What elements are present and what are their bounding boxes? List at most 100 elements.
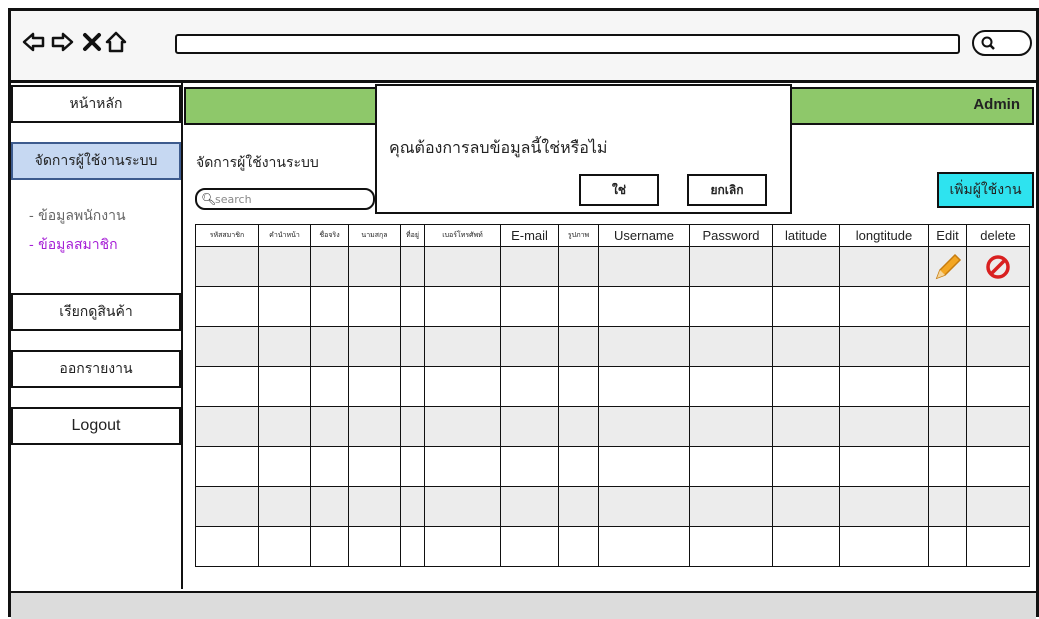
admin-label: Admin	[973, 96, 1020, 113]
col-header: E-mail	[500, 224, 559, 247]
table-cell	[424, 446, 501, 487]
table-cell	[689, 326, 773, 367]
sidebar-item-home[interactable]: หน้าหลัก	[11, 85, 181, 123]
table-cell	[424, 406, 501, 447]
table-cell	[258, 526, 311, 567]
table-cell	[839, 526, 929, 567]
table-cell	[928, 326, 967, 367]
table-cell	[689, 286, 773, 327]
table-cell	[500, 526, 559, 567]
members-table: รหัสสมาชิก คำนำหน้า ชื่อจริง นามสกุล ที่…	[195, 224, 1030, 567]
table-cell	[258, 366, 311, 407]
table-cell	[966, 286, 1030, 327]
table-cell	[598, 526, 690, 567]
home-icon[interactable]	[104, 30, 128, 54]
table-cell	[424, 326, 501, 367]
table-cell	[400, 486, 425, 527]
table-cell	[310, 446, 349, 487]
forward-icon[interactable]	[50, 30, 74, 54]
table-row	[195, 246, 1030, 287]
table-cell	[598, 366, 690, 407]
add-user-button[interactable]: เพิ่มผู้ใช้งาน	[937, 172, 1034, 208]
table-cell	[772, 526, 840, 567]
sidebar-subitem-member[interactable]: - ข้อมูลสมาชิก	[29, 234, 118, 256]
table-cell	[400, 246, 425, 287]
table-cell	[310, 246, 349, 287]
delete-confirm-dialog: คุณต้องการลบข้อมูลนี้ใช่หรือไม่ ใช่ ยกเล…	[375, 84, 792, 214]
table-row	[195, 486, 1030, 527]
table-cell	[966, 446, 1030, 487]
back-icon[interactable]	[22, 30, 46, 54]
sidebar-item-logout[interactable]: Logout	[11, 407, 181, 445]
search-placeholder: search	[215, 193, 252, 206]
table-cell	[400, 366, 425, 407]
sidebar-item-reports[interactable]: ออกรายงาน	[11, 350, 181, 388]
table-cell	[500, 286, 559, 327]
table-cell	[348, 446, 401, 487]
table-cell	[348, 326, 401, 367]
table-cell	[195, 366, 259, 407]
table-cell	[195, 406, 259, 447]
table-cell	[598, 486, 690, 527]
bottom-bar	[11, 591, 1036, 619]
close-icon[interactable]	[80, 30, 104, 54]
table-cell	[310, 326, 349, 367]
col-header: Username	[598, 224, 690, 247]
table-cell	[966, 486, 1030, 527]
table-row	[195, 286, 1030, 327]
table-cell	[772, 486, 840, 527]
table-cell	[966, 406, 1030, 447]
table-cell	[400, 406, 425, 447]
table-cell	[348, 486, 401, 527]
table-cell	[500, 246, 559, 287]
table-cell	[400, 286, 425, 327]
table-cell	[558, 246, 599, 287]
table-cell	[928, 486, 967, 527]
search-icon: 🔍︎	[201, 192, 217, 206]
table-cell	[689, 406, 773, 447]
table-cell	[839, 246, 929, 287]
table-cell	[195, 446, 259, 487]
table-cell	[928, 286, 967, 327]
sidebar-subitem-employee[interactable]: - ข้อมูลพนักงาน	[29, 205, 126, 227]
table-cell	[772, 326, 840, 367]
table-cell	[195, 246, 259, 287]
table-cell	[558, 286, 599, 327]
cancel-button[interactable]: ยกเลิก	[687, 174, 767, 206]
browser-search-button[interactable]	[972, 30, 1032, 56]
sidebar-item-manage-users[interactable]: จัดการผู้ใช้งานระบบ	[11, 142, 181, 180]
pencil-icon[interactable]	[931, 250, 965, 284]
table-cell	[558, 526, 599, 567]
table-cell	[689, 446, 773, 487]
table-cell	[258, 406, 311, 447]
table-cell	[258, 246, 311, 287]
table-cell	[598, 406, 690, 447]
table-cell	[310, 366, 349, 407]
prohibited-icon[interactable]	[983, 252, 1013, 282]
table-cell	[689, 246, 773, 287]
search-input[interactable]: 🔍︎ search	[195, 188, 375, 210]
confirm-button[interactable]: ใช่	[579, 174, 659, 206]
table-cell	[558, 406, 599, 447]
table-cell	[839, 446, 929, 487]
table-cell	[310, 486, 349, 527]
table-cell	[966, 366, 1030, 407]
dialog-message: คุณต้องการลบข้อมูลนี้ใช่หรือไม่	[389, 138, 608, 157]
table-header-row: รหัสสมาชิก คำนำหน้า ชื่อจริง นามสกุล ที่…	[195, 224, 1030, 247]
table-cell	[966, 526, 1030, 567]
table-cell	[400, 526, 425, 567]
table-cell	[500, 446, 559, 487]
table-cell	[348, 246, 401, 287]
table-cell	[598, 326, 690, 367]
table-cell	[500, 406, 559, 447]
table-cell	[310, 526, 349, 567]
table-cell	[258, 446, 311, 487]
table-cell	[310, 286, 349, 327]
sidebar-item-view-products[interactable]: เรียกดูสินค้า	[11, 293, 181, 331]
edit-cell	[928, 246, 967, 287]
table-row	[195, 406, 1030, 447]
address-bar[interactable]	[175, 34, 960, 54]
col-header: delete	[966, 224, 1030, 247]
table-cell	[558, 446, 599, 487]
table-cell	[839, 486, 929, 527]
